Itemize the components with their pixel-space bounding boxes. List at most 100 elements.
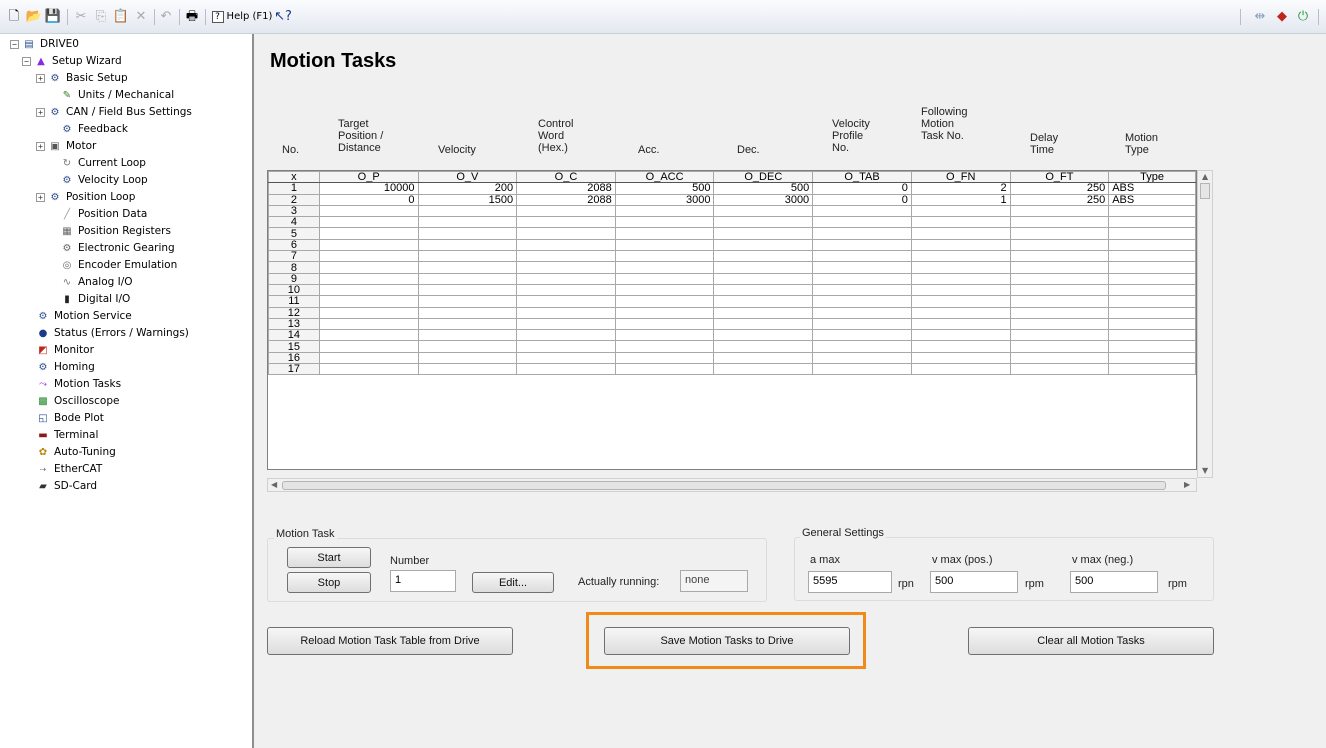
- table-cell[interactable]: [812, 283, 912, 297]
- table-cell[interactable]: [713, 340, 814, 353]
- cut-icon[interactable]: ✂: [74, 9, 88, 25]
- table-cell[interactable]: 0: [318, 193, 419, 206]
- table-cell[interactable]: [516, 363, 616, 376]
- table-cell[interactable]: [713, 272, 814, 285]
- table-cell[interactable]: [1009, 363, 1110, 376]
- table-row[interactable]: 7: [268, 250, 1196, 263]
- save-icon[interactable]: 💾: [45, 9, 61, 25]
- open-folder-icon[interactable]: 📂: [26, 9, 42, 25]
- tree-item-sd-card[interactable]: ▰ SD-Card: [24, 478, 97, 494]
- tree-item-auto-tuning[interactable]: ✿ Auto-Tuning: [24, 444, 116, 460]
- table-cell[interactable]: [614, 283, 715, 297]
- table-cell[interactable]: [318, 363, 419, 376]
- table-cell[interactable]: [1009, 351, 1110, 365]
- tree-item-basic-setup[interactable]: + ⚙ Basic Setup: [36, 70, 128, 86]
- table-row[interactable]: 15: [268, 340, 1196, 353]
- scroll-thumb[interactable]: [1200, 183, 1210, 199]
- table-row[interactable]: 8: [268, 261, 1196, 274]
- table-cell[interactable]: [812, 204, 912, 218]
- table-cell[interactable]: [614, 204, 715, 218]
- table-cell[interactable]: [417, 329, 518, 342]
- table-cell[interactable]: [812, 250, 912, 263]
- collapse-icon[interactable]: −: [10, 39, 19, 49]
- table-cell[interactable]: [614, 261, 715, 274]
- table-vertical-scrollbar[interactable]: ▲ ▼: [1197, 170, 1213, 478]
- vmax-pos-input[interactable]: 500: [930, 571, 1018, 593]
- undo-icon[interactable]: ↶: [159, 9, 173, 25]
- table-cell[interactable]: [417, 216, 518, 229]
- table-row[interactable]: 17: [268, 363, 1196, 376]
- table-cell[interactable]: [318, 238, 419, 252]
- table-cell[interactable]: [318, 204, 419, 218]
- table-cell[interactable]: [614, 351, 715, 365]
- table-cell[interactable]: 500: [614, 182, 715, 195]
- table-cell[interactable]: [1108, 216, 1196, 229]
- table-cell[interactable]: [1009, 204, 1110, 218]
- table-cell[interactable]: [812, 306, 912, 319]
- table-cell[interactable]: [910, 250, 1011, 263]
- table-cell[interactable]: [516, 216, 616, 229]
- scroll-up-icon[interactable]: ▲: [1202, 173, 1208, 181]
- table-cell[interactable]: [713, 351, 814, 365]
- table-cell[interactable]: 2088: [516, 193, 616, 206]
- table-cell[interactable]: [516, 283, 616, 297]
- table-cell[interactable]: [713, 306, 814, 319]
- table-cell[interactable]: [1108, 227, 1196, 240]
- table-cell[interactable]: [812, 329, 912, 342]
- table-cell[interactable]: [713, 238, 814, 252]
- table-cell[interactable]: [910, 261, 1011, 274]
- table-cell[interactable]: [910, 306, 1011, 319]
- table-cell[interactable]: [614, 227, 715, 240]
- tree-item-position-data[interactable]: ╱ Position Data: [48, 206, 147, 222]
- table-cell[interactable]: [516, 329, 616, 342]
- table-cell[interactable]: [910, 238, 1011, 252]
- table-cell[interactable]: [1108, 250, 1196, 263]
- table-cell[interactable]: [318, 250, 419, 263]
- table-cell[interactable]: ABS: [1108, 193, 1196, 206]
- clear-motion-tasks-button[interactable]: Clear all Motion Tasks: [968, 627, 1214, 655]
- table-cell[interactable]: [1009, 317, 1110, 331]
- help-button[interactable]: ? Help (F1): [209, 9, 275, 25]
- table-row[interactable]: 4: [268, 216, 1196, 229]
- tree-item-motor[interactable]: + ▣ Motor: [36, 138, 96, 154]
- table-cell[interactable]: [417, 351, 518, 365]
- table-cell[interactable]: [614, 295, 715, 308]
- tree-item-bode-plot[interactable]: ◱ Bode Plot: [24, 410, 104, 426]
- table-row[interactable]: 13: [268, 317, 1196, 331]
- expand-icon[interactable]: +: [36, 73, 45, 83]
- table-cell[interactable]: 2: [910, 182, 1011, 195]
- table-cell[interactable]: 0: [812, 193, 912, 206]
- table-cell[interactable]: [1009, 283, 1110, 297]
- tree-item-monitor[interactable]: ◩ Monitor: [24, 342, 94, 358]
- table-row[interactable]: 16: [268, 351, 1196, 365]
- table-cell[interactable]: 3000: [713, 193, 814, 206]
- table-cell[interactable]: 500: [713, 182, 814, 195]
- table-cell[interactable]: [713, 317, 814, 331]
- table-cell[interactable]: [417, 261, 518, 274]
- table-cell[interactable]: [1009, 340, 1110, 353]
- table-cell[interactable]: [812, 261, 912, 274]
- table-row[interactable]: 6: [268, 238, 1196, 252]
- tree-item-electronic-gearing[interactable]: ⚙ Electronic Gearing: [48, 240, 175, 256]
- table-cell[interactable]: [516, 261, 616, 274]
- table-cell[interactable]: [318, 329, 419, 342]
- tree-item-terminal[interactable]: ▬ Terminal: [24, 427, 98, 443]
- table-row[interactable]: 14: [268, 329, 1196, 342]
- tree-item-status[interactable]: ● Status (Errors / Warnings): [24, 325, 189, 341]
- paste-icon[interactable]: 📋: [113, 9, 129, 25]
- table-cell[interactable]: [318, 340, 419, 353]
- tree-item-current-loop[interactable]: ↻ Current Loop: [48, 155, 146, 171]
- scroll-left-icon[interactable]: ◀: [271, 481, 277, 489]
- table-cell[interactable]: [1009, 272, 1110, 285]
- table-cell[interactable]: [516, 272, 616, 285]
- table-cell[interactable]: 3000: [614, 193, 715, 206]
- scroll-thumb[interactable]: [282, 481, 1166, 490]
- new-file-icon[interactable]: 🗋: [7, 9, 21, 25]
- table-cell[interactable]: [614, 272, 715, 285]
- table-cell[interactable]: [516, 204, 616, 218]
- table-cell[interactable]: [516, 250, 616, 263]
- table-cell[interactable]: 1500: [417, 193, 518, 206]
- expand-icon[interactable]: +: [36, 107, 45, 117]
- table-cell[interactable]: [910, 227, 1011, 240]
- table-row[interactable]: 12: [268, 306, 1196, 319]
